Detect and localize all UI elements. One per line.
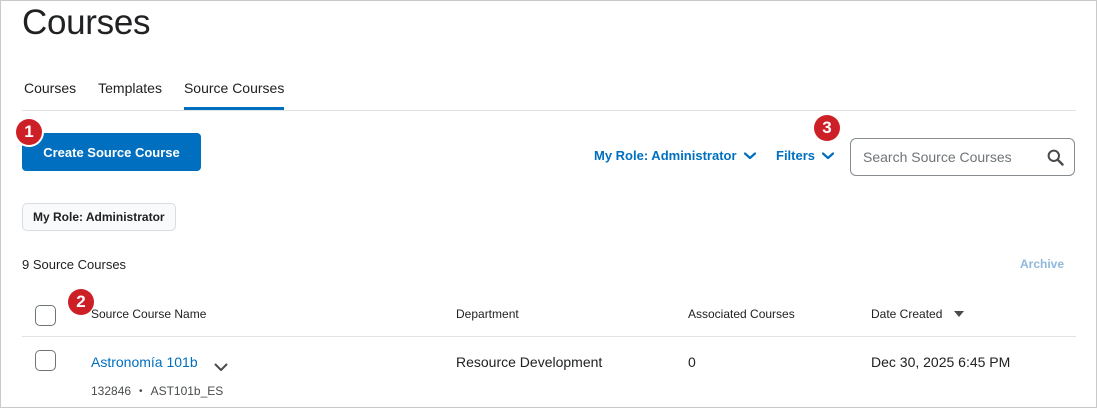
department-cell: Resource Development bbox=[456, 354, 603, 370]
column-header-date-created[interactable]: Date Created bbox=[871, 307, 965, 321]
sort-descending-icon bbox=[954, 311, 965, 317]
filters-dropdown[interactable]: Filters bbox=[776, 148, 835, 163]
callout-badge-3: 3 bbox=[814, 115, 840, 141]
column-header-source-course-name[interactable]: Source Course Name bbox=[91, 307, 206, 321]
column-header-date-created-label: Date Created bbox=[871, 307, 943, 321]
my-role-dropdown-label: My Role: Administrator bbox=[594, 148, 737, 163]
my-role-dropdown[interactable]: My Role: Administrator bbox=[594, 148, 756, 163]
tab-source-courses[interactable]: Source Courses bbox=[183, 73, 285, 110]
filters-dropdown-label: Filters bbox=[776, 148, 816, 163]
page-title: Courses bbox=[22, 3, 151, 42]
search-box bbox=[850, 138, 1075, 176]
callout-badge-1: 1 bbox=[16, 119, 42, 145]
chevron-down-icon bbox=[743, 151, 756, 159]
column-header-department[interactable]: Department bbox=[456, 307, 519, 321]
result-count: 9 Source Courses bbox=[22, 257, 127, 272]
date-created-cell: Dec 30, 2025 6:45 PM bbox=[871, 354, 1011, 370]
chevron-down-icon[interactable] bbox=[214, 363, 228, 372]
tab-courses[interactable]: Courses bbox=[24, 73, 76, 110]
course-code: AST101b_ES bbox=[150, 384, 224, 398]
associated-courses-cell: 0 bbox=[688, 354, 696, 370]
course-id: 132846 bbox=[91, 384, 132, 398]
row-checkbox[interactable] bbox=[35, 350, 56, 371]
tab-templates[interactable]: Templates bbox=[98, 73, 162, 110]
archive-button[interactable]: Archive bbox=[1020, 257, 1064, 271]
separator-dot-icon: • bbox=[139, 385, 143, 397]
applied-filter-chip[interactable]: My Role: Administrator bbox=[22, 203, 176, 231]
course-meta: 132846 • AST101b_ES bbox=[91, 384, 223, 398]
column-header-associated-courses[interactable]: Associated Courses bbox=[688, 307, 795, 321]
create-source-course-button[interactable]: Create Source Course bbox=[22, 133, 201, 171]
chevron-down-icon bbox=[822, 151, 835, 159]
app-frame: Courses Courses Templates Source Courses… bbox=[0, 0, 1097, 408]
course-name-link[interactable]: Astronomía 101b bbox=[91, 354, 198, 370]
select-all-checkbox[interactable] bbox=[35, 305, 56, 326]
search-icon[interactable] bbox=[1047, 149, 1064, 166]
tab-bar: Courses Templates Source Courses bbox=[22, 73, 1076, 111]
row-divider bbox=[22, 336, 1076, 337]
search-input[interactable] bbox=[863, 147, 1033, 167]
